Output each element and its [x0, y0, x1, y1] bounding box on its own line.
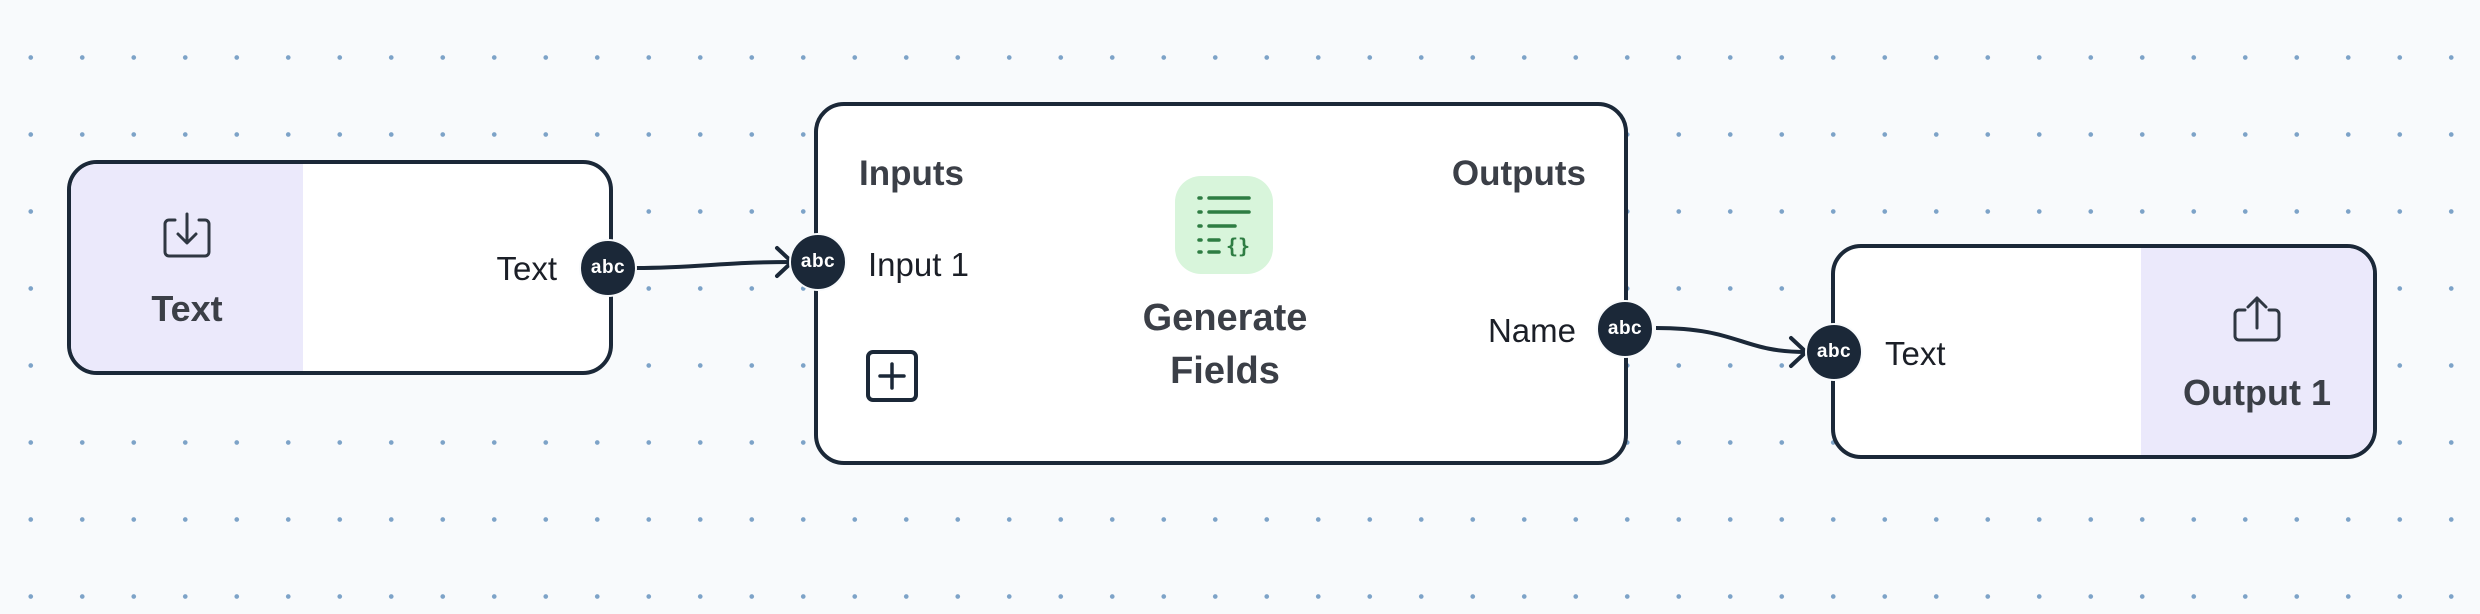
connection-text-to-input1[interactable]: [635, 260, 793, 270]
node-type-panel: Text: [71, 164, 303, 371]
add-input-button[interactable]: [866, 350, 918, 402]
output-port[interactable]: abc: [579, 239, 637, 297]
import-icon: [163, 212, 211, 258]
input-label: Text: [1885, 335, 1946, 372]
export-icon: [2233, 296, 2281, 342]
connection-name-to-text[interactable]: [1655, 326, 1807, 354]
node-title-line2: Fields: [1170, 350, 1280, 392]
list-json-icon: {}: [1197, 196, 1251, 258]
output-node[interactable]: Text Output 1: [1831, 244, 2377, 459]
plus-icon: [878, 362, 906, 390]
output-label: Name: [1487, 312, 1576, 349]
node-type-panel: Output 1: [2141, 248, 2373, 455]
node-title: Generate Fields: [1105, 292, 1345, 398]
generate-fields-node[interactable]: Inputs Outputs Input 1 {} Generate Field…: [814, 102, 1628, 465]
input-port[interactable]: abc: [1805, 323, 1863, 381]
output-port[interactable]: abc: [1596, 300, 1654, 358]
input-port[interactable]: abc: [789, 233, 847, 291]
node-title: Text: [151, 288, 223, 329]
output-label: Text: [496, 250, 557, 287]
node-title: Output 1: [2183, 372, 2331, 413]
text-input-node[interactable]: Text Text: [67, 160, 613, 375]
node-title-line1: Generate: [1142, 297, 1308, 339]
input-label: Input 1: [868, 246, 969, 283]
inputs-heading: Inputs: [859, 154, 964, 193]
node-icon-badge: {}: [1175, 176, 1273, 274]
svg-text:{}: {}: [1226, 234, 1250, 258]
outputs-heading: Outputs: [1451, 154, 1586, 193]
